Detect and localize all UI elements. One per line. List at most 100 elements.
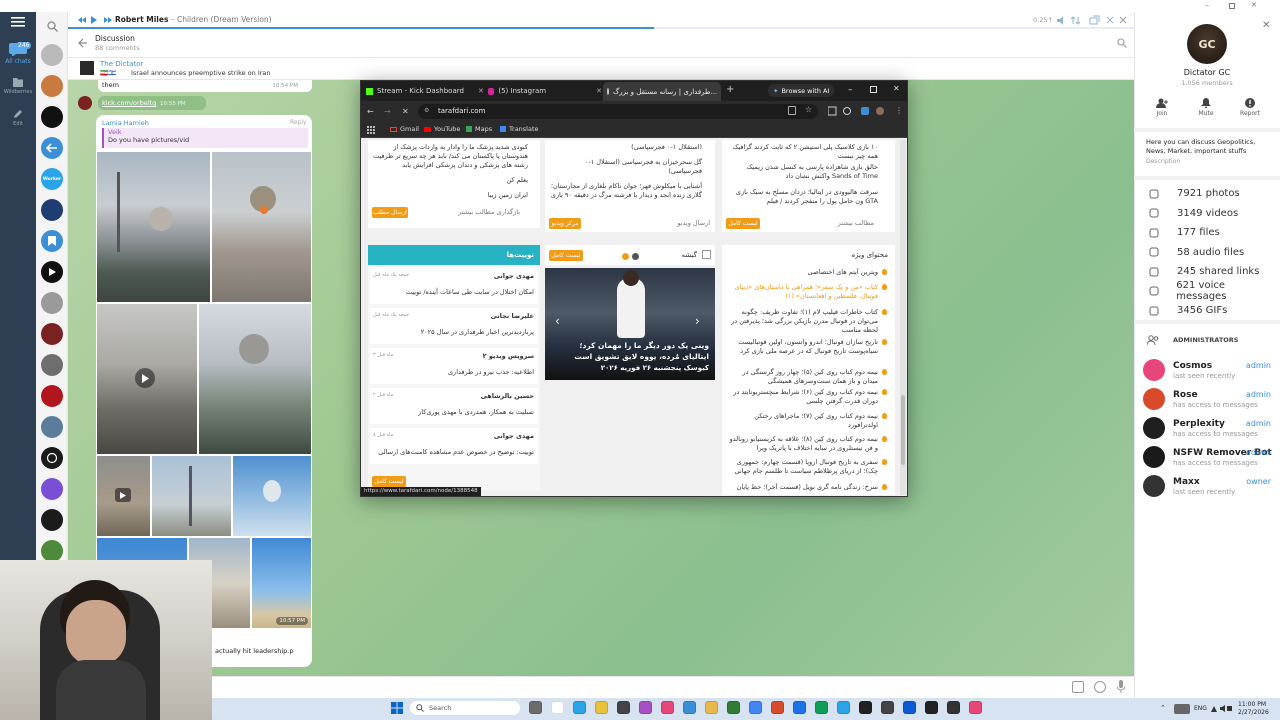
video-rooftops[interactable]	[97, 456, 150, 536]
admin-row[interactable]: Rose has access to messages admin	[1143, 388, 1271, 414]
edit-folders[interactable]: Edit	[2, 108, 34, 130]
window-minimize-icon[interactable]: –	[848, 85, 853, 95]
playback-speed[interactable]: 0.25↑	[1033, 16, 1053, 24]
new-tab-icon[interactable]: +	[726, 84, 734, 95]
video-item[interactable]: گل سحرخیزان به فجرسپاسی (استقلال ۱-۰ فجر…	[550, 158, 702, 176]
chat-search-icon[interactable]	[1117, 38, 1127, 48]
clock-time[interactable]: 11:00 PM	[1238, 701, 1266, 708]
address-bar[interactable]: ⚙ tarafdari.com ☆	[418, 104, 818, 119]
special-item[interactable]: سرخ: زندگی نامه گری نویل (قسمت آخر)؛ خط …	[728, 483, 878, 492]
news-item[interactable]: بغلم کن	[372, 176, 528, 185]
page-scrollbar[interactable]	[900, 140, 906, 495]
slider-prev-icon[interactable]: ‹	[555, 314, 560, 328]
saved-messages-icon[interactable]	[41, 230, 63, 252]
taskbar-app-icon[interactable]	[771, 701, 784, 714]
taskbar-app-icon[interactable]	[529, 701, 542, 714]
video-center-button[interactable]: مرکز ویدیو	[549, 218, 581, 229]
taskbar-search[interactable]: Search	[410, 701, 520, 715]
special-item[interactable]: ویترین آیتم های اختصاصی	[728, 268, 878, 277]
join-button[interactable]: Join	[1146, 98, 1178, 120]
photo-sky-smoke[interactable]	[233, 456, 311, 536]
special-item[interactable]: نیمه دوم کتاب روی کین (۷)؛ ماجراهای رختک…	[728, 412, 878, 430]
chat-avatar-play[interactable]	[41, 261, 63, 283]
play-icon[interactable]	[115, 488, 131, 502]
start-icon[interactable]	[391, 702, 403, 714]
message-input-bar[interactable]	[212, 676, 1134, 698]
chat-avatar[interactable]	[41, 354, 63, 376]
tab-close-icon[interactable]: ✕	[596, 87, 602, 95]
folder-all-chats[interactable]: 246 All chats	[2, 40, 34, 68]
tweets-full-list-button[interactable]: لیست کامل	[372, 476, 406, 487]
reply-button[interactable]: Reply	[290, 119, 307, 126]
clock-date[interactable]: 2/27/2026	[1238, 709, 1269, 716]
chat-avatar[interactable]	[41, 385, 63, 407]
news-item[interactable]: ایران زمین زیبا	[372, 191, 528, 200]
tweet-item[interactable]: مهدی جوانی ۸ ماه قبل توییت: توضیح در خصو…	[370, 428, 538, 464]
chat-avatar[interactable]	[41, 292, 63, 314]
gaming-item[interactable]: ۱۰ بازی کلاسیک پلی استیشن ۲ که ثابت کردن…	[728, 143, 878, 161]
taskbar-app-icon[interactable]	[749, 701, 762, 714]
system-maximize-icon[interactable]	[1229, 3, 1235, 9]
chat-avatar[interactable]	[41, 106, 63, 128]
tab-instagram[interactable]: (5) Instagram ✕	[488, 84, 602, 98]
taskbar-app-icon[interactable]	[793, 701, 806, 714]
video-item[interactable]: (استقلال ۱-۰ فجرسپاسی)	[550, 143, 702, 152]
microphone-icon[interactable]	[1117, 680, 1125, 693]
chatgpt-avatar[interactable]	[41, 447, 63, 469]
tweet-item[interactable]: علیرضا نجاتی جمعه یک ماه قبل پربازدیدتری…	[370, 308, 538, 344]
forward-icon[interactable]: →	[384, 107, 391, 116]
load-more-link[interactable]: بازگذاری مطالب بیشتر	[440, 208, 520, 217]
taskbar-app-icon[interactable]	[727, 701, 740, 714]
quoted-message[interactable]: Veik Do you have pictures/vid	[102, 128, 308, 148]
photo-explosion-city[interactable]	[212, 152, 311, 302]
tweet-item[interactable]: مهدی جوانی جمعه یک ماه قبل امکان اختلال …	[370, 268, 538, 304]
now-playing[interactable]: Robert Miles – Children (Dream Version)	[115, 15, 272, 24]
network-volume-battery[interactable]	[1210, 704, 1232, 713]
bookmark-maps[interactable]: Maps	[466, 125, 492, 133]
link-message[interactable]: kick.com/orbeltg 10:55 PM	[98, 96, 206, 110]
extension-icons[interactable]	[828, 106, 888, 116]
command-icon[interactable]	[1072, 681, 1084, 693]
play-icon[interactable]	[135, 368, 155, 388]
admin-row[interactable]: NSFW Remover Bot has access to messages …	[1143, 446, 1272, 472]
photo-beach-tower[interactable]: 10:57 PM	[252, 538, 311, 628]
back-icon[interactable]: ←	[367, 107, 374, 116]
gishe-full-list-button[interactable]: لیست کامل	[549, 250, 583, 261]
gaming-item[interactable]: سرقت هالیوودی در ایتالیا؛ دزدان مسلح به …	[728, 188, 878, 206]
message-link[interactable]: kick.com/orbeltg	[102, 99, 156, 107]
folder-wildberries[interactable]: Wildberries	[2, 76, 34, 98]
media-row[interactable]: 245 shared links	[1147, 262, 1273, 282]
admin-row[interactable]: Cosmos last seen recently admin	[1143, 359, 1271, 385]
special-item[interactable]: کتاب خاطرات فیلیپ لام (۱)؛ تفاوت ظریف: چ…	[728, 308, 878, 335]
chat-avatar[interactable]	[41, 323, 63, 345]
taskbar-app-icon[interactable]	[815, 701, 828, 714]
media-row[interactable]: 58 audio files	[1147, 243, 1273, 263]
taskbar-app-icon[interactable]	[903, 701, 916, 714]
scrollbar-thumb[interactable]	[901, 395, 905, 465]
browse-with-ai-button[interactable]: ✦ Browse with AI	[768, 84, 835, 97]
send-video-link[interactable]: ارسال ویدیو	[660, 219, 710, 228]
media-row[interactable]: 3456 GIFs	[1147, 301, 1273, 321]
pinned-message[interactable]: The Dictator 🇮🇷🇮🇱 Israel announces preem…	[68, 58, 1134, 80]
gaming-item[interactable]: خالق بازی شاهزاده پارسی به کنسل شدن ریمی…	[728, 163, 878, 181]
tab-tarafdari-active[interactable]: طرفداری | رسانه مستقل و بزرگ... ✕	[603, 82, 721, 101]
taskbar-app-icon[interactable]	[947, 701, 960, 714]
admin-row[interactable]: Perplexity has access to messages admin	[1143, 417, 1271, 443]
special-item[interactable]: نیمه دوم کتاب روی کین (۸)؛ علاقه به کریس…	[728, 435, 878, 453]
news-item[interactable]: کبودی شدید پزشک ما را وادار به واردات پز…	[372, 143, 528, 170]
player-progress-bar[interactable]	[68, 27, 1134, 29]
tab-close-icon[interactable]: ✕	[478, 87, 484, 95]
submit-post-button[interactable]: ارسال مطلب	[372, 207, 408, 218]
apps-grid-icon[interactable]	[367, 126, 375, 134]
menu-icon[interactable]	[11, 16, 25, 28]
back-arrow-icon[interactable]	[78, 38, 88, 48]
chat-avatar[interactable]	[41, 137, 63, 159]
chat-avatar-worker[interactable]: Worker	[41, 168, 63, 190]
browser-menu-icon[interactable]: ⋮	[895, 106, 903, 115]
photo-smoke-highway[interactable]	[199, 304, 311, 454]
taskbar-app-icon[interactable]	[595, 701, 608, 714]
full-list-button[interactable]: لیست کامل	[726, 218, 760, 229]
chat-avatar[interactable]	[41, 75, 63, 97]
taskbar-app-icon[interactable]	[705, 701, 718, 714]
tweet-item[interactable]: حسین بالرشاهی ۲ ماه قبل تسلیت به همکار، …	[370, 388, 538, 424]
